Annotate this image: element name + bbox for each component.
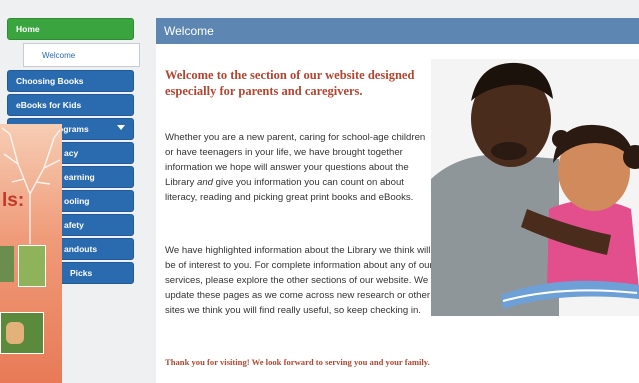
sidebar-item-label: Home	[16, 24, 40, 34]
brochure-thumbnail	[0, 246, 14, 282]
sidebar-item-label: acy	[64, 148, 79, 158]
sidebar-item-label: ograms	[58, 124, 89, 134]
thanks-message: Thank you for visiting! We look forward …	[165, 357, 430, 367]
brochure-thumbnail-figure	[6, 322, 24, 344]
sidebar-item-label: Choosing Books	[16, 76, 84, 86]
chevron-down-icon	[117, 125, 125, 130]
sidebar-item-welcome[interactable]: Welcome	[23, 43, 140, 67]
page-title: Welcome	[164, 24, 214, 38]
brochure-thumbnail	[18, 245, 46, 287]
sidebar-item-label: andouts	[64, 244, 98, 254]
sidebar-item-home[interactable]: Home	[7, 18, 134, 40]
brochure-title: ls:	[2, 190, 25, 211]
family-reading-illustration	[431, 59, 639, 316]
sidebar-item-label: afety	[64, 220, 84, 230]
brochure-image: ls:	[0, 124, 62, 383]
sidebar-item-choosing-books[interactable]: Choosing Books	[7, 70, 134, 92]
sidebar-item-label: Picks	[70, 268, 93, 278]
intro-heading: Welcome to the section of our website de…	[165, 68, 415, 98]
sidebar-item-label: Welcome	[42, 50, 76, 60]
sidebar-item-ebooks-for-kids[interactable]: eBooks for Kids	[7, 94, 134, 116]
sidebar-item-label: earning	[64, 172, 95, 182]
sidebar-item-label: eBooks for Kids	[16, 100, 82, 110]
intro-paragraph-2: We have highlighted information about th…	[165, 245, 433, 316]
intro-paragraph-1: Whether you are a new parent, caring for…	[165, 130, 435, 205]
paragraph-emphasis: and	[197, 177, 214, 188]
page-title-bar: Welcome	[156, 18, 639, 44]
sidebar-item-label: ooling	[64, 196, 90, 206]
family-reading-photo	[431, 59, 639, 316]
tree-illustration	[1, 127, 61, 244]
